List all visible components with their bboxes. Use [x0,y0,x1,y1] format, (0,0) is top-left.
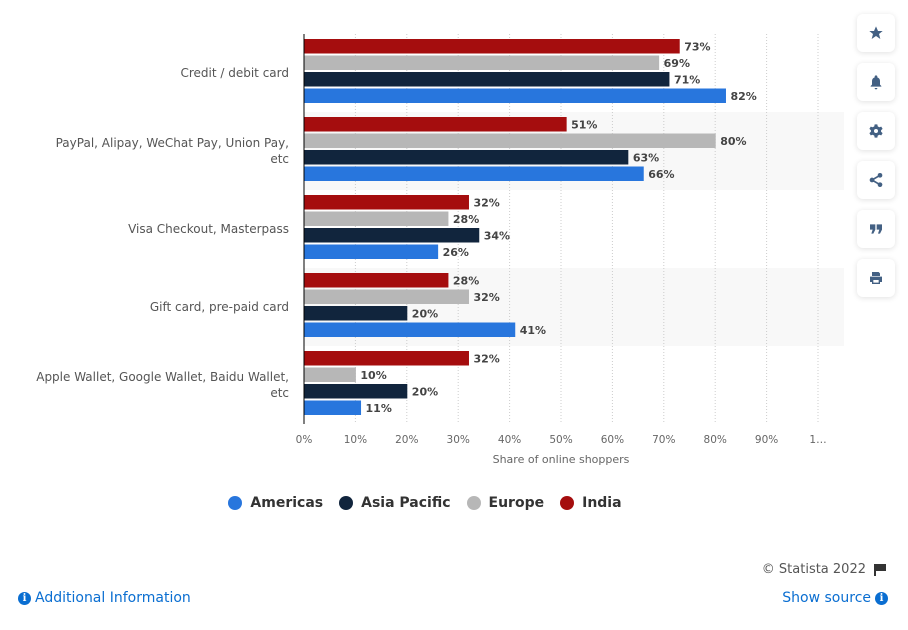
legend-label: Americas [250,495,324,511]
additional-information-label: Additional Information [35,590,191,606]
share-icon [869,173,883,187]
data-label: 28% [453,274,479,287]
data-label: 32% [473,196,499,209]
bar-asia-pacific[interactable] [304,150,629,165]
data-label: 71% [674,73,700,86]
print-button[interactable] [857,259,895,297]
category-label-line: etc [270,152,289,166]
bar-asia-pacific[interactable] [304,384,408,399]
category-label-line: Apple Wallet, Google Wallet, Baidu Walle… [36,370,289,384]
category-label: Apple Wallet, Google Wallet, Baidu Walle… [9,369,289,401]
bar-india[interactable] [304,273,449,288]
flag-icon[interactable] [874,563,888,576]
x-tick-label: 70% [652,434,675,446]
bar-americas[interactable] [304,166,644,182]
data-label: 20% [412,307,438,320]
bar-india[interactable] [304,195,469,210]
bar-india[interactable] [304,117,567,132]
bar-americas[interactable] [304,244,439,260]
copyright-text: © Statista 2022 [761,562,866,577]
category-label: PayPal, Alipay, WeChat Pay, Union Pay, et… [9,135,289,167]
cite-button[interactable] [857,210,895,248]
bar-asia-pacific[interactable] [304,72,670,87]
data-label: 51% [571,118,597,131]
bar-india[interactable] [304,39,680,54]
data-label: 34% [484,229,510,242]
category-label-line: Visa Checkout, Masterpass [128,222,289,236]
data-label: 66% [648,168,674,181]
category-label-line: Credit / debit card [180,66,289,80]
additional-information-link[interactable]: i Additional Information [18,590,191,606]
show-source-label: Show source [782,590,871,606]
legend-item-americas[interactable]: Americas [228,495,323,511]
bar-americas[interactable] [304,322,516,338]
x-axis-title: Share of online shoppers [493,453,630,466]
data-label: 20% [412,385,438,398]
bell-icon [870,75,882,90]
quote-icon [870,224,882,234]
data-label: 69% [664,57,690,70]
category-label-line: Gift card, pre-paid card [149,300,289,314]
data-label: 80% [720,135,746,148]
bar-asia-pacific[interactable] [304,306,408,321]
legend-marker [560,496,575,510]
favorite-button[interactable] [857,14,895,52]
legend-marker [466,496,481,510]
category-label: Gift card, pre-paid card [9,299,289,315]
data-label: 28% [453,213,479,226]
info-icon: i [875,591,888,605]
data-label: 82% [730,90,756,103]
data-label: 32% [473,291,499,304]
print-icon [870,272,882,284]
category-label: Credit / debit card [9,65,289,81]
info-icon: i [18,591,31,605]
bar-americas[interactable] [304,88,726,104]
x-tick-label: 30% [447,434,470,446]
x-tick-label: 60% [601,434,624,446]
x-tick-label: 50% [549,434,572,446]
legend: Americas Asia Pacific Europe India [0,495,850,511]
legend-item-india[interactable]: India [560,495,622,511]
x-tick-label: 10% [344,434,367,446]
data-label: 26% [443,246,469,259]
bar-europe[interactable] [304,367,356,383]
legend-marker [339,496,354,510]
bar-asia-pacific[interactable] [304,228,480,243]
data-label: 41% [520,324,546,337]
data-label: 10% [360,369,386,382]
x-tick-label: 20% [395,434,418,446]
legend-marker [228,496,243,510]
x-tick-label: 1… [809,434,826,446]
data-label: 63% [633,151,659,164]
legend-label: India [582,495,622,511]
x-tick-label: 80% [704,434,727,446]
bar-europe[interactable] [304,133,716,149]
gear-icon [869,124,883,138]
x-tick-label: 90% [755,434,778,446]
show-source-link[interactable]: Show source i [782,590,888,606]
copyright: © Statista 2022 [762,562,888,577]
x-tick-label: 40% [498,434,521,446]
data-label: 73% [684,40,710,53]
category-label-line: PayPal, Alipay, WeChat Pay, Union Pay, [55,136,289,150]
bar-americas[interactable] [304,400,362,416]
x-tick-label: 0% [296,434,313,446]
legend-label: Europe [488,495,545,511]
data-label: 32% [473,352,499,365]
data-label: 11% [366,402,392,415]
bar-europe[interactable] [304,55,660,71]
notification-button[interactable] [857,63,895,101]
bar-india[interactable] [304,351,469,366]
star-icon [869,26,883,39]
settings-button[interactable] [857,112,895,150]
legend-label: Asia Pacific [361,495,451,511]
legend-item-europe[interactable]: Europe [466,495,545,511]
category-label: Visa Checkout, Masterpass [9,221,289,237]
category-label-line: etc [270,386,289,400]
bar-europe[interactable] [304,211,449,227]
share-button[interactable] [857,161,895,199]
bar-europe[interactable] [304,289,469,305]
legend-item-asia-pacific[interactable]: Asia Pacific [339,495,451,511]
